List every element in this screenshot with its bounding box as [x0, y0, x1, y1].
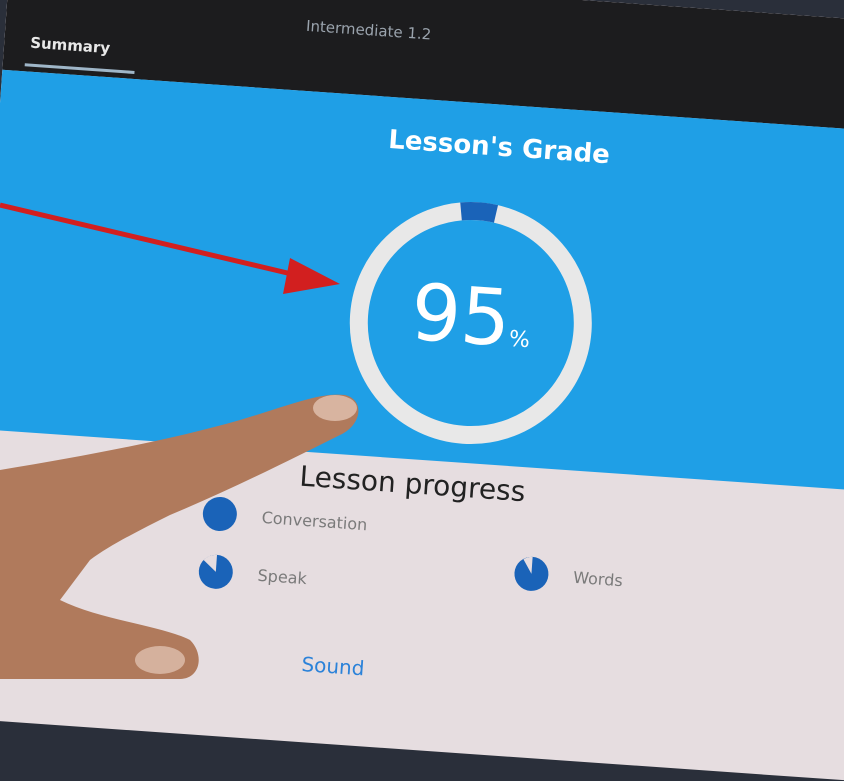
finger-shape [0, 394, 359, 679]
fingernail [313, 395, 357, 421]
pointing-finger [0, 394, 359, 679]
thumbnail [135, 646, 185, 674]
